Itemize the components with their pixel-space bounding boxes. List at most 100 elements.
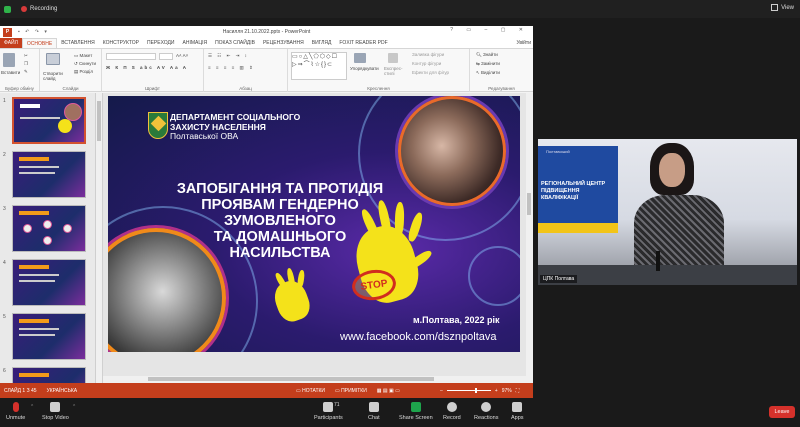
slide-thumbnail-2[interactable]	[12, 151, 86, 198]
sign-in-link[interactable]: Увійти	[512, 38, 533, 48]
zoom-control[interactable]: – + 97% ⛶	[440, 388, 519, 394]
participant-video[interactable]: Полтавський РЕГІОНАЛЬНИЙ ЦЕНТР ПІДВИЩЕНН…	[538, 139, 797, 285]
tab-design[interactable]: КОНСТРУКТОР	[99, 38, 143, 48]
group-label-drawing: Креслення	[367, 86, 390, 91]
select-label: Виділити	[481, 70, 500, 75]
notes-button[interactable]: ▭ НОТАТКИ	[296, 388, 325, 394]
video-options-caret[interactable]: ⌃	[72, 404, 76, 410]
slide-thumbnail-5[interactable]	[12, 313, 86, 360]
title-bar: P ▪ ↶ ↷ ▾ Насилля 21.10.2022.pptx - Powe…	[0, 26, 533, 38]
reactions-button[interactable]: Reactions	[474, 402, 498, 421]
reset-button[interactable]: ↺ Скинути	[74, 61, 96, 67]
background-banner: Полтавський РЕГІОНАЛЬНИЙ ЦЕНТР ПІДВИЩЕНН…	[538, 146, 618, 226]
find-button[interactable]: 🔍︎ Знайти	[476, 52, 498, 58]
leave-button[interactable]: Leave	[769, 406, 795, 418]
slide-thumbnails-pane[interactable]: 1 2 3 4 5 6	[0, 93, 96, 383]
paste-icon[interactable]	[3, 53, 15, 67]
paste-button[interactable]: Вставити	[1, 70, 20, 75]
group-clipboard: Вставити ✂ ❐ ✎ Буфер обміну	[0, 49, 40, 92]
unmute-button[interactable]: Unmute	[6, 402, 25, 421]
group-slides: Створити слайд ▭ Макет ↺ Скинути ▤ Розді…	[40, 49, 102, 92]
slide-thumbnail-1[interactable]	[12, 97, 86, 144]
fit-slide-icon[interactable]: ⛶	[516, 388, 520, 394]
format-painter-icon[interactable]: ✎	[24, 69, 28, 75]
facebook-link: www.facebook.com/dsznpoltava	[340, 331, 497, 343]
zoom-top-bar: Recording View	[0, 0, 800, 18]
recording-label[interactable]: Recording	[30, 6, 57, 12]
select-button[interactable]: ↖ Виділити	[476, 70, 500, 76]
font-format-icons[interactable]: Ж К П S abc AV Aa A	[106, 65, 188, 70]
slide-thumbnail-4[interactable]	[12, 259, 86, 306]
tab-view[interactable]: ВИГЛЯД	[308, 38, 336, 48]
zoom-level[interactable]: 97%	[502, 388, 512, 394]
slide-thumbnail-6[interactable]	[12, 367, 86, 383]
apps-icon	[512, 402, 523, 412]
zoom-slider-knob[interactable]	[474, 388, 477, 393]
shapes-gallery[interactable]: ▭○△╲⬠⬡◇☐ ▷⇒⌒⌇☆{}⊂	[291, 52, 347, 80]
shape-outline-button[interactable]: Контур фігури	[412, 61, 441, 66]
slide-counter: СЛАЙД 1 З 45	[4, 387, 37, 394]
zoom-in-icon[interactable]: +	[495, 388, 498, 394]
copy-icon[interactable]: ❐	[24, 61, 28, 67]
grid-icon	[771, 4, 779, 11]
powerpoint-window: P ▪ ↶ ↷ ▾ Насилля 21.10.2022.pptx - Powe…	[0, 26, 533, 398]
slide-thumbnail-3[interactable]	[12, 205, 86, 252]
align-icons[interactable]: ≡ ≡ ≡ ≡ ▥ ⇕	[208, 65, 255, 71]
tab-file[interactable]: ФАЙЛ	[0, 38, 22, 48]
tab-home[interactable]: ОСНОВНЕ	[21, 38, 58, 48]
quick-styles-button[interactable]: Експрес-стилі	[384, 66, 408, 76]
zoom-out-icon[interactable]: –	[440, 388, 443, 394]
font-grow-icon[interactable]: A˄ A˅	[176, 53, 188, 58]
tab-transitions[interactable]: ПЕРЕХОДИ	[143, 38, 179, 48]
record-button[interactable]: Record	[443, 402, 461, 421]
thumbnails-scrollbar[interactable]	[96, 93, 103, 383]
participants-count: 71	[334, 402, 340, 408]
microphone-icon	[656, 251, 660, 271]
city-year: м.Полтава, 2022 рік	[413, 315, 500, 325]
audio-options-caret[interactable]: ⌃	[30, 404, 34, 410]
view-buttons[interactable]: ▦ ▤ ▣ ▭	[377, 388, 400, 394]
recording-icon	[21, 6, 27, 12]
record-icon	[446, 402, 457, 412]
language-indicator[interactable]: УКРАЇНСЬКА	[47, 388, 78, 394]
chat-button[interactable]: Chat	[368, 402, 380, 421]
group-label-font: Шрифт	[145, 86, 160, 91]
font-size-select[interactable]	[159, 53, 173, 60]
tab-foxit[interactable]: FOXIT READER PDF	[335, 38, 391, 48]
editor-horizontal-scrollbar[interactable]	[103, 376, 526, 383]
ribbon: Вставити ✂ ❐ ✎ Буфер обміну Створити сла…	[0, 49, 533, 92]
thumb-number: 5	[3, 314, 6, 320]
chat-icon	[368, 402, 379, 412]
layout-button[interactable]: ▭ Макет	[74, 53, 92, 59]
editor-vertical-scrollbar[interactable]	[526, 93, 533, 383]
section-button[interactable]: ▤ Розділ	[74, 69, 93, 75]
arrange-icon[interactable]	[354, 53, 366, 63]
font-name-select[interactable]	[106, 53, 156, 60]
current-slide[interactable]: ДЕПАРТАМЕНТ СОЦІАЛЬНОГО ЗАХИСТУ НАСЕЛЕНН…	[108, 96, 520, 352]
window-controls[interactable]: ? ▭ – ▢ ✕	[450, 27, 529, 33]
share-screen-button[interactable]: Share Screen	[399, 402, 433, 421]
view-label: View	[781, 4, 794, 11]
replace-label: Замінити	[481, 61, 500, 66]
tab-slideshow[interactable]: ПОКАЗ СЛАЙДІВ	[211, 38, 259, 48]
view-button[interactable]: View	[771, 4, 794, 11]
coat-of-arms-icon	[148, 112, 168, 139]
comments-button[interactable]: ▭ ПРИМІТКИ	[335, 388, 367, 394]
new-slide-button[interactable]: Створити слайд	[43, 71, 71, 81]
new-slide-icon[interactable]	[46, 53, 60, 65]
replace-button[interactable]: ⇆ Замінити	[476, 61, 500, 67]
apps-button[interactable]: Apps	[511, 402, 524, 421]
stop-video-button[interactable]: Stop Video	[42, 402, 69, 421]
ribbon-tabs: ФАЙЛ ОСНОВНЕ ВСТАВЛЕННЯ КОНСТРУКТОР ПЕРЕ…	[0, 38, 533, 49]
shield-icon[interactable]	[4, 5, 11, 13]
tab-animation[interactable]: АНІМАЦІЯ	[179, 38, 212, 48]
tab-insert[interactable]: ВСТАВЛЕННЯ	[57, 38, 99, 48]
zoom-slider[interactable]	[446, 388, 491, 393]
arrange-button[interactable]: Упорядкувати	[350, 66, 379, 71]
list-icons[interactable]: ☰ ☷ ⇤ ⇥ ↕	[208, 53, 249, 59]
tab-review[interactable]: РЕЦЕНЗУВАННЯ	[259, 38, 308, 48]
cut-icon[interactable]: ✂	[24, 53, 28, 59]
shape-effects-button[interactable]: Ефекти для фігур	[412, 70, 449, 75]
shape-fill-button[interactable]: Заливка фігури	[412, 52, 444, 57]
quick-styles-icon[interactable]	[388, 53, 398, 63]
